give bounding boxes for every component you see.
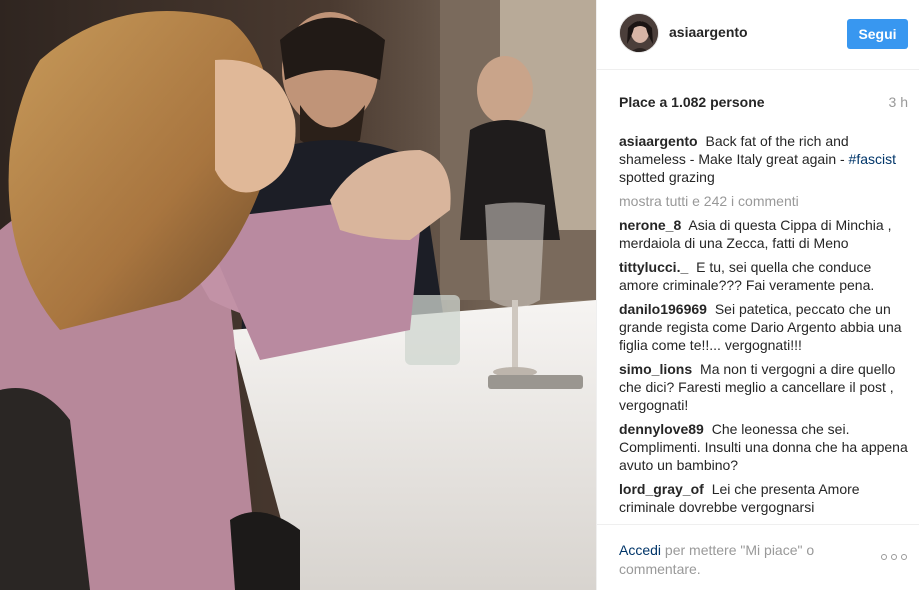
- comment-username[interactable]: simo_lions: [619, 361, 692, 377]
- comment-item: lord_gray_of Lei che presenta Amore crim…: [619, 480, 908, 516]
- caption-hashtag[interactable]: #fascist: [849, 151, 896, 167]
- comment-item: dennylove89 Che leonessa che sei. Compli…: [619, 420, 908, 474]
- comment-item: tittylucci._ E tu, sei quella che conduc…: [619, 258, 908, 294]
- post-header: asiaargento Segui: [597, 0, 919, 70]
- login-prompt: Accedi per mettere "Mi piace" o commenta…: [619, 541, 854, 579]
- post-photo[interactable]: [0, 0, 596, 590]
- comments-list: asiaargento Back fat of the rich and sha…: [619, 132, 908, 522]
- more-dot: [901, 554, 907, 560]
- comment-username[interactable]: nerone_8: [619, 217, 681, 233]
- user-avatar[interactable]: [619, 13, 659, 53]
- comment-username[interactable]: dennylove89: [619, 421, 704, 437]
- comment-item: nerone_8 Asia di questa Cippa di Minchia…: [619, 216, 908, 252]
- comment-username[interactable]: danilo196969: [619, 301, 707, 317]
- post-age[interactable]: 3 h: [889, 94, 908, 110]
- more-options-icon[interactable]: [881, 549, 907, 565]
- comment-username[interactable]: tittylucci._: [619, 259, 688, 275]
- header-username[interactable]: asiaargento: [669, 24, 748, 40]
- comment-item: danilo196969 Sei patetica, peccato che u…: [619, 300, 908, 354]
- more-dot: [881, 554, 887, 560]
- login-link[interactable]: Accedi: [619, 542, 661, 558]
- show-all-comments-link[interactable]: mostra tutti e 242 i commenti: [619, 192, 908, 210]
- comment-item: simo_lions Ma non ti vergogni a dire que…: [619, 360, 908, 414]
- comment-username[interactable]: lord_gray_of: [619, 481, 704, 497]
- follow-button[interactable]: Segui: [847, 19, 908, 49]
- more-dot: [891, 554, 897, 560]
- likes-count[interactable]: Place a 1.082 persone: [619, 94, 765, 110]
- caption-text-after: spotted grazing: [619, 169, 715, 185]
- caption: asiaargento Back fat of the rich and sha…: [619, 132, 908, 186]
- caption-username[interactable]: asiaargento: [619, 133, 698, 149]
- post-footer: Accedi per mettere "Mi piace" o commenta…: [597, 524, 919, 590]
- post-sidebar: asiaargento Segui Place a 1.082 persone …: [596, 0, 919, 590]
- likes-row: Place a 1.082 persone 3 h: [619, 94, 908, 112]
